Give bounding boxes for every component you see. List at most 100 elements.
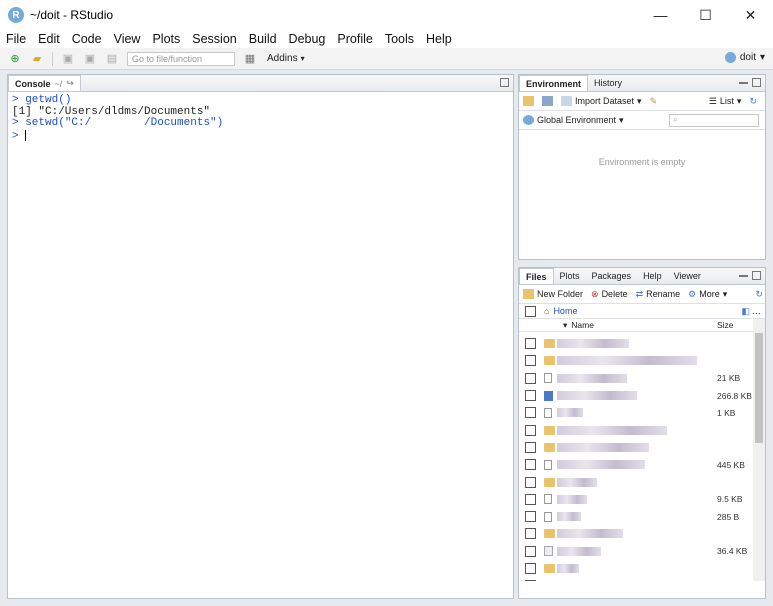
table-row[interactable]: [519, 525, 765, 542]
menu-session[interactable]: Session: [186, 32, 242, 46]
row-checkbox[interactable]: [525, 563, 536, 574]
new-folder-button[interactable]: New Folder: [523, 289, 583, 299]
tab-plots[interactable]: Plots: [554, 268, 586, 284]
table-row[interactable]: 445 KB: [519, 456, 765, 473]
open-project-icon[interactable]: ▰: [29, 52, 45, 66]
blurred-filename[interactable]: [557, 512, 581, 522]
console-output[interactable]: > getwd() [1] "C:/Users/dldms/Documents" >…: [8, 92, 513, 145]
blurred-filename[interactable]: [557, 564, 579, 573]
row-checkbox[interactable]: [525, 355, 536, 367]
menu-edit[interactable]: Edit: [32, 32, 66, 46]
tab-viewer[interactable]: Viewer: [668, 268, 707, 284]
table-row[interactable]: [519, 473, 765, 490]
tab-history[interactable]: History: [588, 75, 628, 91]
addins-menu[interactable]: Addins: [267, 53, 298, 64]
view-mode-dropdown[interactable]: ☰ List ▾: [709, 96, 742, 107]
menu-help[interactable]: Help: [420, 32, 458, 46]
tab-console[interactable]: Console ~/ ↪: [8, 75, 81, 91]
tab-packages[interactable]: Packages: [586, 268, 638, 284]
row-checkbox[interactable]: [525, 338, 536, 350]
row-checkbox[interactable]: [525, 459, 536, 471]
select-all-checkbox[interactable]: [525, 305, 536, 317]
table-row[interactable]: 266.8 KB: [519, 387, 765, 404]
table-row[interactable]: [519, 421, 765, 438]
row-checkbox[interactable]: [525, 528, 536, 540]
blurred-filename[interactable]: [557, 546, 601, 556]
new-file-icon[interactable]: ⊕: [7, 52, 23, 66]
global-env-dropdown[interactable]: Global Environment ▾: [523, 115, 624, 126]
save-workspace-button[interactable]: [542, 96, 553, 106]
close-button[interactable]: ✕: [728, 0, 773, 30]
maximize-button[interactable]: ☐: [683, 0, 728, 30]
table-row[interactable]: 9.5 KB: [519, 491, 765, 508]
menu-file[interactable]: File: [0, 32, 32, 46]
minimize-button[interactable]: —: [638, 0, 683, 30]
clear-workspace-button[interactable]: ✎: [650, 96, 658, 107]
maximize-pane-icon[interactable]: [500, 78, 509, 87]
table-row[interactable]: 287.2 KB: [519, 577, 765, 581]
col-name-header[interactable]: Name: [571, 320, 594, 330]
refresh-files-button[interactable]: ↻: [755, 289, 763, 300]
row-checkbox[interactable]: [525, 407, 536, 419]
row-checkbox[interactable]: [525, 424, 536, 436]
delete-button[interactable]: ⊗ Delete: [591, 289, 628, 300]
menu-view[interactable]: View: [108, 32, 147, 46]
print-icon[interactable]: ▤: [104, 52, 120, 66]
grid-layout-icon[interactable]: ▦: [242, 52, 258, 66]
rename-button[interactable]: ⇄ Rename: [636, 289, 681, 300]
blurred-filename[interactable]: [557, 477, 597, 487]
table-row[interactable]: [519, 439, 765, 456]
tab-help[interactable]: Help: [637, 268, 668, 284]
row-checkbox[interactable]: [525, 545, 536, 557]
blurred-filename[interactable]: [557, 356, 697, 366]
col-size-header[interactable]: Size: [717, 320, 734, 330]
save-icon[interactable]: ▣: [60, 52, 76, 66]
blurred-filename[interactable]: [557, 391, 637, 401]
tab-environment[interactable]: Environment: [519, 75, 589, 91]
table-row[interactable]: 1 KB: [519, 404, 765, 421]
navigate-icon[interactable]: ↪: [66, 78, 74, 89]
maximize-pane-icon[interactable]: [752, 78, 761, 87]
refresh-env-button[interactable]: ↻: [749, 96, 757, 107]
minimize-pane-icon[interactable]: [739, 271, 748, 277]
menu-build[interactable]: Build: [243, 32, 283, 46]
ellipsis-icon[interactable]: …: [752, 306, 761, 316]
blurred-filename[interactable]: [557, 373, 627, 383]
more-button[interactable]: ⚙ More ▾: [688, 289, 727, 300]
table-row[interactable]: [519, 352, 765, 369]
env-search-input[interactable]: ⌕: [669, 113, 759, 127]
row-checkbox[interactable]: [525, 476, 536, 488]
breadcrumb-home[interactable]: Home: [553, 306, 577, 316]
blurred-filename[interactable]: [557, 339, 629, 349]
blurred-filename[interactable]: [557, 425, 667, 435]
blurred-filename[interactable]: [557, 529, 623, 539]
menu-plots[interactable]: Plots: [146, 32, 186, 46]
row-checkbox[interactable]: [525, 493, 536, 505]
blurred-filename[interactable]: [557, 408, 583, 418]
table-row[interactable]: 21 KB: [519, 370, 765, 387]
tab-files[interactable]: Files: [519, 268, 554, 284]
row-checkbox[interactable]: [525, 390, 536, 402]
goto-file-input[interactable]: Go to file/function: [127, 51, 235, 66]
row-checkbox[interactable]: [525, 511, 536, 523]
project-icon[interactable]: ◧: [741, 306, 750, 317]
files-scrollbar[interactable]: [753, 319, 765, 581]
maximize-pane-icon[interactable]: [752, 271, 761, 280]
menu-tools[interactable]: Tools: [379, 32, 420, 46]
save-all-icon[interactable]: ▣: [82, 52, 98, 66]
menu-profile[interactable]: Profile: [331, 32, 378, 46]
blurred-filename[interactable]: [557, 460, 645, 470]
load-workspace-button[interactable]: [523, 96, 534, 106]
table-row[interactable]: [519, 335, 765, 352]
table-row[interactable]: 36.4 KB: [519, 543, 765, 560]
minimize-pane-icon[interactable]: [739, 78, 748, 84]
import-dataset-button[interactable]: Import Dataset ▾: [561, 96, 642, 107]
scroll-thumb[interactable]: [755, 333, 763, 443]
blurred-filename[interactable]: [557, 442, 649, 452]
row-checkbox[interactable]: [525, 441, 536, 453]
table-row[interactable]: 285 B: [519, 508, 765, 525]
blurred-filename[interactable]: [557, 494, 587, 504]
menu-debug[interactable]: Debug: [283, 32, 332, 46]
project-menu[interactable]: doit ▾: [724, 52, 765, 63]
row-checkbox[interactable]: [525, 580, 536, 581]
